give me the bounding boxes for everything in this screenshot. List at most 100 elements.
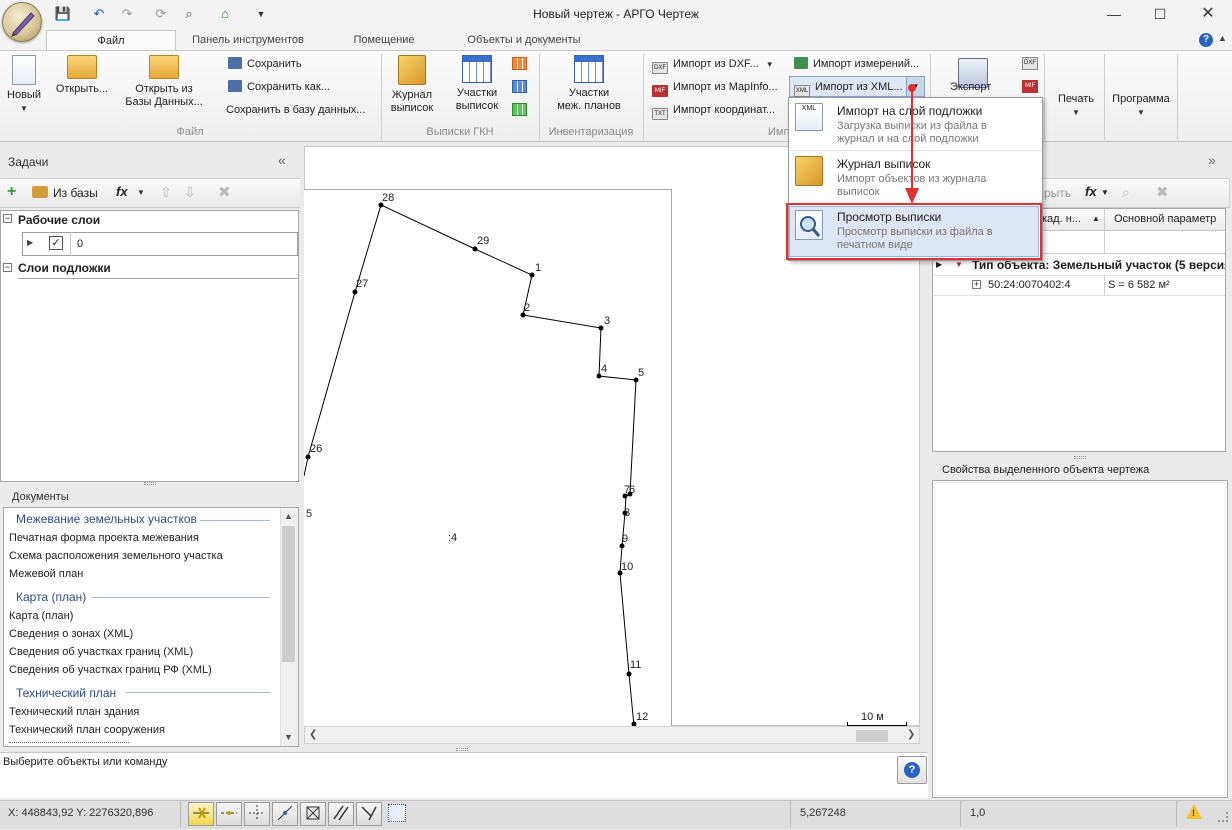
doc-item[interactable]: Сведения об участках границ РФ (XML) [9, 664, 212, 676]
snap-perpendicular-button[interactable] [356, 802, 382, 826]
scroll-left-icon[interactable]: ❮ [309, 729, 317, 740]
move-up-icon[interactable]: ⇧ [160, 184, 172, 201]
save-to-db-button[interactable]: Сохранить в базу данных... [226, 101, 365, 119]
scroll-right-icon[interactable]: ❯ [907, 729, 915, 740]
journal-extracts-button[interactable]: Журнал выписок [386, 55, 438, 115]
sort-asc-icon[interactable]: ▲ [1092, 214, 1100, 223]
row-expand-icon[interactable]: ▶ [936, 260, 942, 269]
snap-nearest-button[interactable] [272, 802, 298, 826]
snap-center-button[interactable] [244, 802, 270, 826]
zoom-object-icon[interactable]: ⌕ [1122, 184, 1130, 201]
from-db-icon[interactable] [32, 186, 48, 198]
add-icon[interactable]: + [7, 184, 16, 200]
save-button[interactable]: Сохранить [228, 55, 302, 73]
doc-item[interactable]: Технический план сооружения [9, 724, 165, 736]
row-expand-icon[interactable]: ▶ [27, 238, 33, 247]
delete-icon[interactable]: ✖ [218, 183, 231, 201]
collapse-box-icon[interactable]: − [3, 214, 12, 223]
menu-item-title[interactable]: Просмотр выписки [837, 210, 941, 224]
scroll-down-icon[interactable]: ▼ [284, 732, 293, 742]
doc-item[interactable]: Сведения о зонах (XML) [9, 628, 133, 640]
export-dxf-icon[interactable]: DXF [1022, 57, 1038, 70]
export-mif-icon[interactable]: MIF [1022, 80, 1038, 93]
maximize-button[interactable]: ☐ [1140, 3, 1180, 25]
preview-magnifier-icon [795, 210, 823, 240]
boundary-plan-plots-button[interactable]: Участки меж. планов [548, 55, 630, 113]
snap-intersection-button[interactable] [300, 802, 326, 826]
save-as-button[interactable]: Сохранить как... [228, 78, 330, 96]
expand-box-icon[interactable]: + [972, 280, 981, 289]
doc-item[interactable]: Карта (план) [9, 610, 73, 622]
open-button[interactable]: Открыть... [50, 55, 114, 96]
help-icon[interactable]: ? [1199, 33, 1213, 47]
status-bar [0, 800, 1232, 829]
export-button-label[interactable]: Экспорт [950, 81, 991, 93]
splitter-grip[interactable] [456, 748, 468, 751]
snap-parallel-button[interactable] [328, 802, 354, 826]
ribbon-collapse-icon[interactable]: ▲ [1218, 33, 1227, 43]
blue-table-icon[interactable] [512, 80, 527, 93]
tab-premises[interactable]: Помещение [330, 30, 438, 51]
doc-category-land[interactable]: Межевание земельных участков [16, 512, 197, 526]
program-button[interactable]: Программа ▼ [1108, 93, 1174, 119]
collapse-left-icon[interactable]: « [278, 152, 286, 168]
doc-item[interactable]: Межевой план [9, 568, 83, 580]
fx-dropdown-icon[interactable]: ▼ [137, 188, 145, 197]
tab-toolbar[interactable]: Панель инструментов [180, 30, 316, 51]
fx-button[interactable]: fx [1085, 184, 1097, 199]
tab-objects-documents[interactable]: Объекты и документы [450, 30, 598, 51]
point-label-10: 10 [621, 561, 634, 573]
canvas-horizontal-scrollbar[interactable] [304, 726, 920, 744]
fx-dropdown-icon[interactable]: ▼ [1101, 188, 1109, 197]
print-button[interactable]: Печать ▼ [1050, 93, 1102, 119]
splitter-grip[interactable] [1074, 456, 1086, 459]
area-value: S = 6 582 м² [1108, 279, 1170, 291]
app-menu-button[interactable] [2, 2, 42, 42]
close-button[interactable]: ✕ [1188, 3, 1228, 25]
open-object-button[interactable]: рыть [1044, 186, 1071, 200]
open-from-db-button[interactable]: Открыть из Базы Данных... [118, 55, 210, 109]
splitter-grip[interactable] [144, 482, 156, 485]
snap-crosshair-icon [249, 805, 265, 821]
import-dxf-button[interactable]: DXF Импорт из DXF... ▼ [652, 55, 774, 74]
doc-category-tech[interactable]: Технический план [16, 686, 116, 700]
snap-midpoint-button[interactable] [216, 802, 242, 826]
point-label-4: 4 [601, 363, 608, 375]
layer-visible-checkbox[interactable]: ✓ [49, 236, 63, 250]
snap-endpoint-button[interactable] [188, 802, 214, 826]
from-db-button[interactable]: Из базы [53, 186, 98, 200]
selection-frame-icon[interactable] [388, 804, 406, 822]
new-button[interactable]: Новый ▼ [4, 55, 44, 115]
doc-item[interactable]: Схема расположения земельного участка [9, 550, 223, 562]
green-table-icon[interactable] [512, 103, 527, 116]
extract-plots-button[interactable]: Участки выписок [448, 55, 506, 113]
import-mapinfo-button[interactable]: MIF Импорт из MapInfo... [652, 78, 778, 97]
doc-item[interactable]: Печатная форма проекта межевания [9, 532, 199, 544]
import-measurements-button[interactable]: Импорт измерений... [794, 55, 919, 73]
delete-icon[interactable]: ✖ [1156, 183, 1169, 201]
layer-row-0[interactable] [22, 232, 298, 256]
resize-grip-icon[interactable] [1218, 812, 1228, 822]
move-down-icon[interactable]: ⇩ [184, 184, 196, 201]
command-help-button[interactable]: ? [897, 756, 927, 784]
col-main-param[interactable]: Основной параметр [1114, 213, 1216, 225]
xml-background-icon: XML [795, 103, 823, 131]
import-coords-button[interactable]: TXT Импорт координат... [652, 101, 775, 120]
minimize-button[interactable]: — [1094, 3, 1134, 25]
scroll-up-icon[interactable]: ▲ [284, 511, 293, 521]
h-scrollbar-thumb[interactable] [856, 730, 888, 742]
col-divider [1104, 275, 1105, 296]
fx-button[interactable]: fx [116, 184, 128, 199]
collapse-box-icon[interactable]: − [3, 263, 12, 272]
properties-title: Свойства выделенного объекта чертежа [942, 464, 1150, 476]
orange-table-icon[interactable] [512, 57, 527, 70]
doc-item[interactable]: Сведения об участках границ (XML) [9, 646, 193, 658]
group-collapse-icon[interactable]: ▼ [955, 260, 963, 269]
doc-category-map[interactable]: Карта (план) [16, 590, 86, 604]
col-cad-number[interactable]: кад. н... [1042, 213, 1081, 225]
doc-item[interactable]: Технический план здания [9, 706, 139, 718]
scrollbar-thumb[interactable] [282, 526, 295, 662]
import-xml-button[interactable]: XML Импорт из XML... [794, 78, 903, 97]
collapse-right-icon[interactable]: » [1208, 152, 1216, 168]
tab-file[interactable]: Файл [46, 30, 176, 51]
